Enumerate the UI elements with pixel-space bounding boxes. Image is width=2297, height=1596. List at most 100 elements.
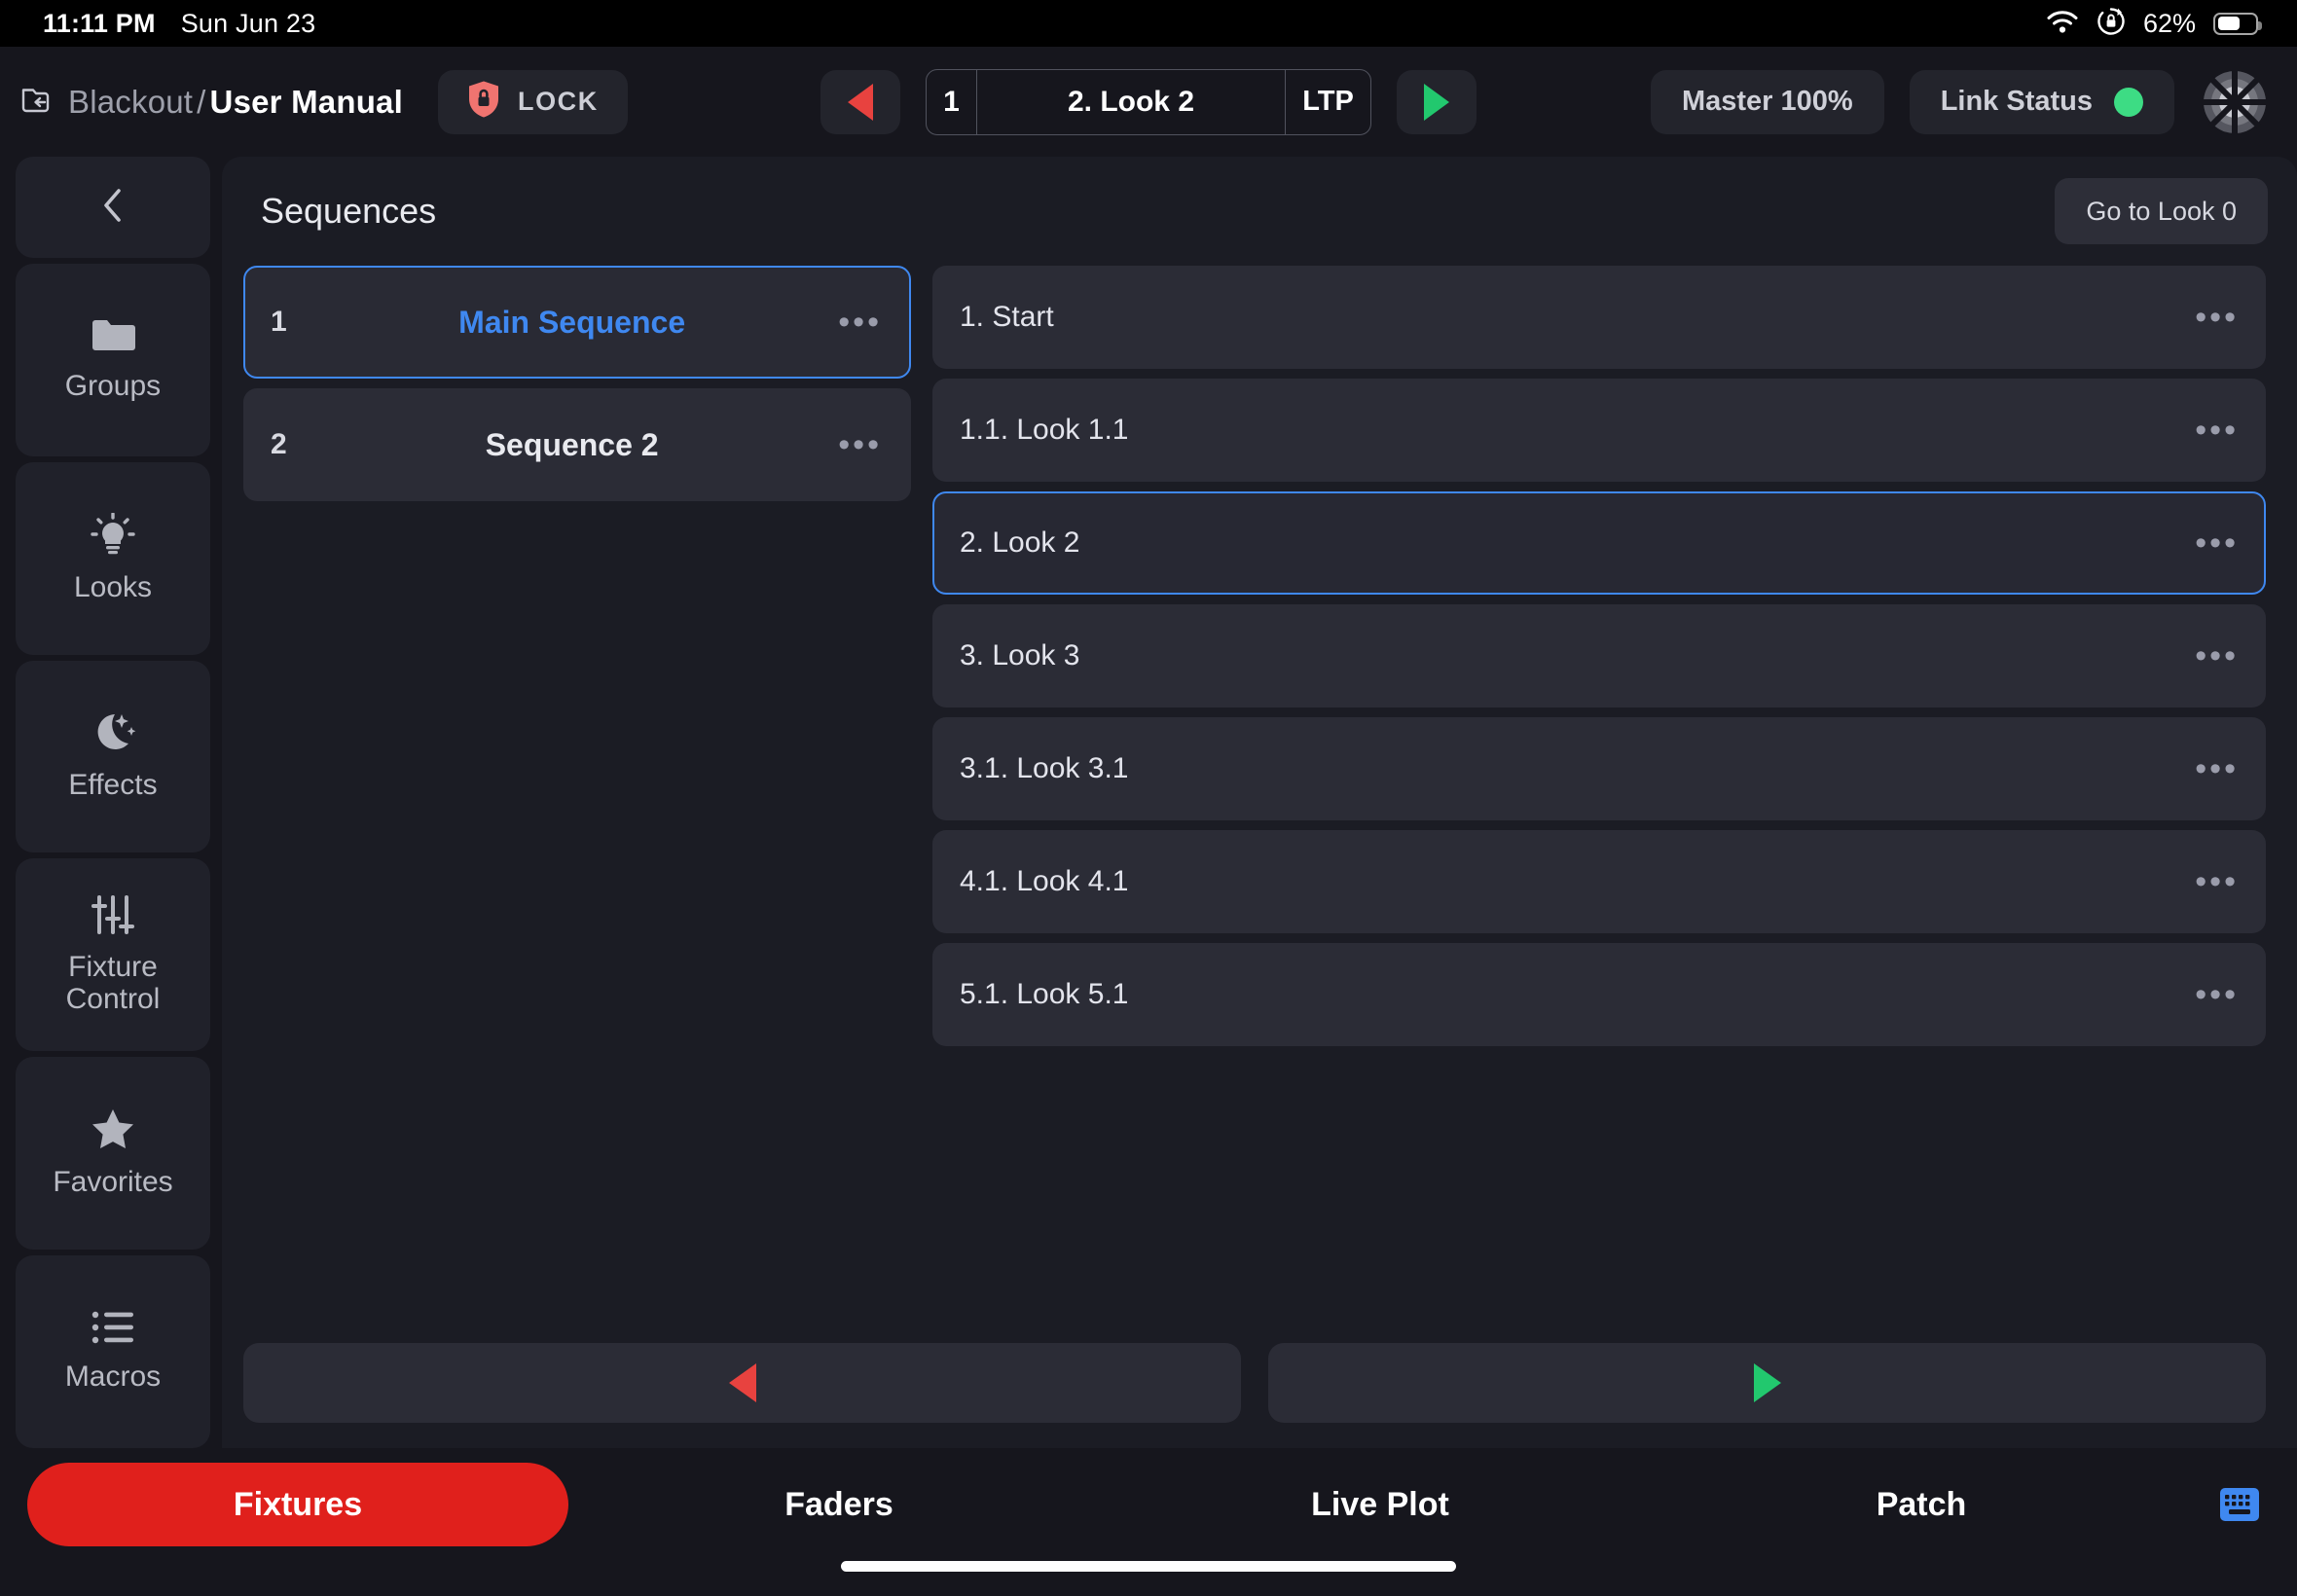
chevron-left-icon (99, 186, 127, 230)
keyboard-icon[interactable] (2204, 1472, 2276, 1537)
look-row[interactable]: 1.1. Look 1.1 ••• (932, 379, 2266, 482)
sequence-index: 2 (271, 428, 287, 460)
look-name: 2. Look 2 (960, 526, 1080, 559)
breadcrumb-current: User Manual (209, 83, 403, 120)
moon-stars-icon (90, 712, 136, 753)
cue-mode[interactable]: LTP (1285, 69, 1370, 134)
ellipsis-icon[interactable]: ••• (817, 428, 882, 461)
bottom-tab-bar: Fixtures Faders Live Plot Patch (0, 1448, 2297, 1561)
sequence-row[interactable]: 1 Main Sequence ••• (243, 266, 911, 379)
rotation-lock-icon (2096, 7, 2126, 41)
ellipsis-icon[interactable]: ••• (2173, 639, 2239, 672)
look-name: 3.1. Look 3.1 (960, 752, 1129, 784)
list-icon (91, 1310, 135, 1345)
look-row[interactable]: 4.1. Look 4.1 ••• (932, 830, 2266, 933)
master-button[interactable]: Master 100% (1650, 69, 1884, 134)
link-status-indicator (2114, 87, 2143, 117)
folder-back-icon[interactable] (21, 84, 55, 120)
sequence-name: Main Sequence (458, 304, 686, 340)
look-list: 1. Start ••• 1.1. Look 1.1 ••• 2. Look 2… (932, 266, 2266, 1314)
cue-next-button[interactable] (1397, 69, 1477, 134)
panel-header: Sequences Go to Look 0 (222, 157, 2297, 266)
cue-display[interactable]: 1 2. Look 2 LTP (926, 68, 1371, 135)
battery-icon (2213, 12, 2262, 35)
app-body: Groups Looks Effects Fixture Control Fav… (0, 157, 2297, 1448)
look-name: 1. Start (960, 301, 1054, 333)
ellipsis-icon[interactable]: ••• (817, 306, 882, 339)
sequence-list: 1 Main Sequence ••• 2 Sequence 2 ••• (243, 266, 911, 1314)
star-icon (91, 1107, 135, 1150)
cue-previous-button[interactable] (820, 69, 900, 134)
look-row[interactable]: 2. Look 2 ••• (932, 491, 2266, 595)
ellipsis-icon[interactable]: ••• (2173, 526, 2239, 560)
status-bar-right: 62% (2046, 7, 2262, 41)
ellipsis-icon[interactable]: ••• (2173, 414, 2239, 447)
ellipsis-icon[interactable]: ••• (2173, 865, 2239, 898)
tab-faders[interactable]: Faders (568, 1463, 1110, 1546)
look-row[interactable]: 3. Look 3 ••• (932, 604, 2266, 707)
status-date: Sun Jun 23 (180, 8, 316, 38)
tab-live-plot[interactable]: Live Plot (1110, 1463, 1651, 1546)
sequence-index: 1 (271, 306, 287, 338)
app-root: 11:11 PM Sun Jun 23 62% Blackout / User … (0, 0, 2297, 1596)
sliders-icon (91, 894, 134, 935)
shield-lock-icon (467, 80, 500, 124)
breadcrumb: Blackout / User Manual (21, 84, 403, 121)
look-name: 4.1. Look 4.1 (960, 865, 1129, 897)
previous-triangle-icon (848, 83, 873, 121)
sidebar-item-groups[interactable]: Groups (16, 264, 210, 456)
page-title: Sequences (261, 191, 437, 231)
lock-button-label: LOCK (517, 87, 599, 116)
go-forward-button[interactable] (1268, 1343, 2266, 1423)
sidebar-item-effects[interactable]: Effects (16, 660, 210, 853)
ellipsis-icon[interactable]: ••• (2173, 978, 2239, 1011)
wifi-icon (2046, 9, 2079, 39)
cue-number: 1 (927, 69, 977, 134)
ios-status-bar: 11:11 PM Sun Jun 23 62% (0, 0, 2297, 47)
link-status-button[interactable]: Link Status (1909, 69, 2174, 134)
radial-target-logo-icon[interactable] (2200, 67, 2270, 137)
sequences-panel: Sequences Go to Look 0 1 Main Sequence •… (222, 157, 2297, 1448)
previous-triangle-icon (728, 1363, 756, 1402)
next-triangle-icon (1753, 1363, 1781, 1402)
sidebar-item-label: Favorites (53, 1166, 173, 1199)
sidebar-item-label: Looks (73, 570, 153, 603)
sidebar-collapse-button[interactable] (16, 157, 210, 258)
look-name: 5.1. Look 5.1 (960, 978, 1129, 1010)
sidebar-item-label: Effects (68, 768, 158, 801)
link-status-label: Link Status (1940, 86, 2093, 117)
sequence-row[interactable]: 2 Sequence 2 ••• (243, 388, 911, 501)
look-name: 1.1. Look 1.1 (960, 414, 1129, 446)
sidebar-item-looks[interactable]: Looks (16, 461, 210, 655)
home-indicator-area (0, 1561, 2297, 1596)
panel-transport-bar (222, 1314, 2297, 1448)
sidebar-item-macros[interactable]: Macros (16, 1255, 210, 1448)
next-triangle-icon (1424, 83, 1449, 121)
status-bar-left: 11:11 PM Sun Jun 23 (43, 9, 315, 39)
tab-fixtures[interactable]: Fixtures (27, 1463, 568, 1546)
tab-patch[interactable]: Patch (1651, 1463, 2192, 1546)
look-row[interactable]: 5.1. Look 5.1 ••• (932, 943, 2266, 1046)
sidebar-item-fixture-control[interactable]: Fixture Control (16, 858, 210, 1052)
sequence-name: Sequence 2 (485, 426, 659, 462)
sidebar-item-label: Fixture Control (65, 950, 161, 1016)
breadcrumb-text: Blackout / User Manual (68, 84, 403, 121)
app-header: Blackout / User Manual LOCK 1 2. Look 2 LT… (0, 47, 2297, 157)
home-indicator (841, 1561, 1456, 1572)
look-row[interactable]: 3.1. Look 3.1 ••• (932, 717, 2266, 820)
header-right-controls: Master 100% Link Status (1650, 67, 2270, 137)
breadcrumb-parent[interactable]: Blackout (68, 84, 193, 120)
go-back-button[interactable] (243, 1343, 1241, 1423)
cue-name: 2. Look 2 (1067, 85, 1195, 118)
master-label: Master 100% (1681, 86, 1853, 117)
breadcrumb-separator: / (197, 83, 206, 120)
ellipsis-icon[interactable]: ••• (2173, 752, 2239, 785)
go-to-look-button[interactable]: Go to Look 0 (2055, 178, 2268, 244)
look-row[interactable]: 1. Start ••• (932, 266, 2266, 369)
header-transport: 1 2. Look 2 LTP (820, 68, 1477, 135)
sidebar-item-favorites[interactable]: Favorites (16, 1057, 210, 1251)
ellipsis-icon[interactable]: ••• (2173, 301, 2239, 334)
left-sidebar: Groups Looks Effects Fixture Control Fav… (16, 157, 216, 1448)
lock-button[interactable]: LOCK (437, 69, 628, 134)
look-name: 3. Look 3 (960, 639, 1080, 671)
